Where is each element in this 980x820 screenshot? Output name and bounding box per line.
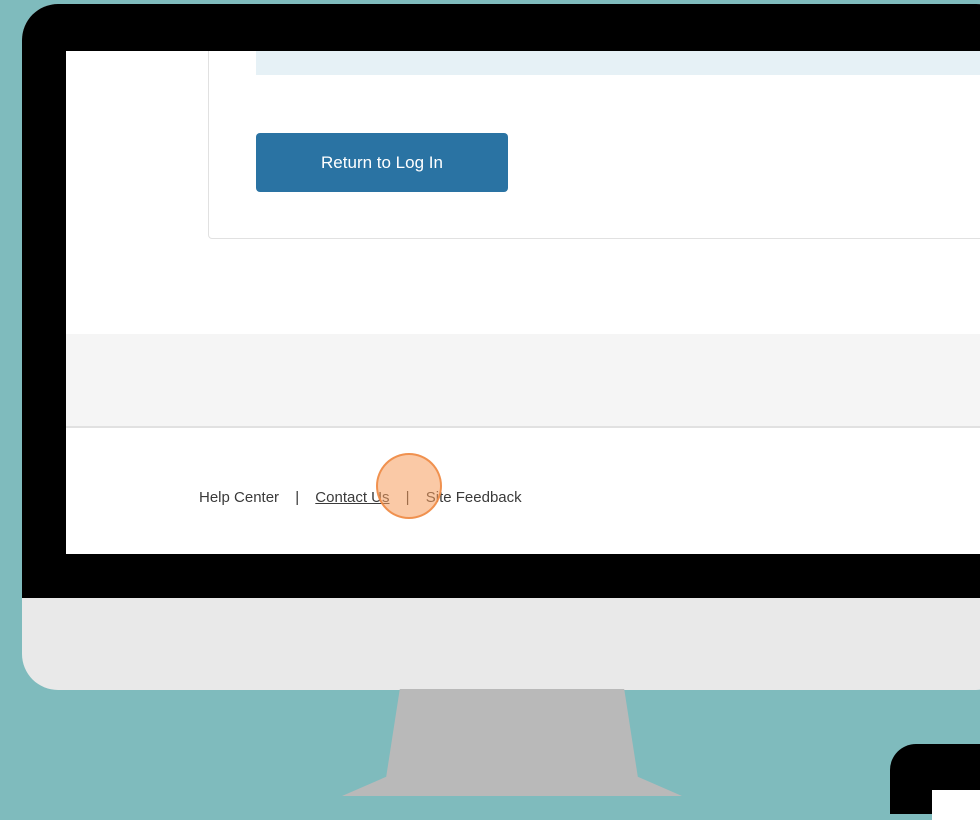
monitor-bezel: Return to Log In Help Center | Contact U… (22, 4, 980, 598)
footer-links: Help Center | Contact Us | Site Feedback (199, 488, 522, 506)
return-to-login-button[interactable]: Return to Log In (256, 133, 508, 192)
contact-us-link[interactable]: Contact Us (315, 489, 389, 506)
site-feedback-link[interactable]: Site Feedback (426, 489, 522, 506)
monitor-body: Return to Log In Help Center | Contact U… (22, 4, 980, 690)
footer-separator: | (295, 488, 300, 506)
footer-band (66, 334, 980, 426)
corner-device-screen (932, 790, 980, 820)
footer-divider (66, 426, 980, 428)
click-indicator-icon (376, 453, 442, 519)
help-center-link[interactable]: Help Center (199, 489, 279, 506)
footer-separator: | (405, 488, 410, 506)
monitor-stand (342, 689, 682, 796)
browser-screen: Return to Log In Help Center | Contact U… (66, 51, 980, 554)
info-strip (256, 51, 980, 75)
corner-device (890, 744, 980, 820)
